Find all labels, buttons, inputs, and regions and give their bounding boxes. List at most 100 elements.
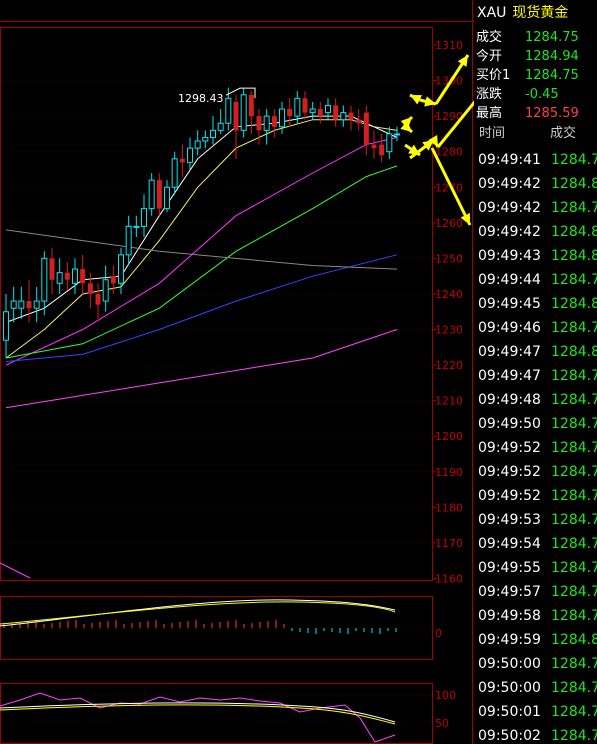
macd-zero-label: 0: [435, 627, 442, 640]
tick-price: 1284.7: [551, 512, 597, 528]
tick-time: 09:49:42: [478, 224, 541, 240]
tick-time: 09:49:43: [478, 248, 541, 264]
tick-time: 09:49:55: [478, 560, 541, 576]
tick-price: 1284.7: [551, 320, 597, 336]
trend-line-stub: [0, 562, 31, 579]
tick-time: 09:49:58: [478, 608, 541, 624]
tick-row: 09:50:02 1284.7: [474, 724, 597, 744]
candle-body: [110, 276, 116, 284]
tick-time: 09:49:53: [478, 512, 541, 528]
tick-row: 09:49:53 1284.7: [474, 508, 597, 532]
tick-row: 09:49:44 1284.7: [474, 268, 597, 292]
candle-body: [302, 98, 308, 113]
axis-tick-label: 1310: [435, 39, 463, 52]
candle-body: [233, 101, 239, 131]
kline-chart[interactable]: 1310130012901280127012601250124012301220…: [0, 0, 474, 744]
tick-row: 09:49:58 1284.7: [474, 604, 597, 628]
kdj-panel-frame: [0, 683, 433, 744]
candle-body: [309, 108, 316, 114]
moving-average-line: [5, 329, 398, 409]
candle-body: [287, 109, 293, 117]
moving-average-line: [5, 137, 398, 366]
tick-time: 09:49:47: [478, 368, 541, 384]
candle-body: [102, 279, 109, 302]
tick-row: 09:49:42 1284.7: [474, 196, 597, 220]
tick-time: 09:49:46: [478, 320, 541, 336]
tick-price: 1284.7: [551, 272, 597, 288]
price-panel-frame: [0, 27, 433, 581]
tick-row: 09:49:43 1284.8: [474, 244, 597, 268]
tick-price: 1284.8: [551, 176, 597, 192]
candle-body: [202, 136, 209, 142]
tick-time: 09:49:45: [478, 296, 541, 312]
axis-tick-label: 1180: [435, 501, 463, 514]
tick-row: 09:49:52 1284.7: [474, 460, 597, 484]
candle-body: [194, 140, 201, 149]
quote-value: 1284.94: [525, 49, 579, 64]
candle-body: [386, 133, 393, 153]
tick-row: 09:49:52 1284.7: [474, 484, 597, 508]
tick-time: 09:49:48: [478, 392, 541, 408]
quote-value: 1284.75: [525, 30, 579, 45]
tick-time: 09:49:52: [478, 464, 541, 480]
candle-body: [317, 109, 323, 117]
candle-body: [256, 116, 262, 131]
candle-body: [156, 180, 162, 209]
tick-price: 1284.7: [551, 536, 597, 552]
candle-body: [210, 129, 216, 138]
candle-body: [87, 283, 93, 294]
axis-tick-label: 1170: [435, 537, 463, 550]
quote-row: 涨跌 -0.45: [474, 85, 597, 105]
tick-price: 1284.7: [551, 200, 597, 216]
tick-price: 1284.8: [551, 248, 597, 264]
candle-body: [325, 104, 331, 114]
tick-time: 09:49:42: [478, 176, 541, 192]
candle-body: [80, 269, 86, 284]
tick-time: 09:50:01: [478, 704, 541, 720]
candle-body: [279, 108, 285, 128]
candle-body: [356, 119, 362, 124]
tick-price: 1284.7: [551, 584, 597, 600]
tick-row: 09:49:55 1284.7: [474, 556, 597, 580]
candle-body: [72, 268, 78, 284]
candle-body: [240, 94, 247, 131]
kdj-axis-label: 100: [435, 689, 456, 702]
candle-body: [171, 158, 178, 188]
candle-body: [294, 97, 301, 117]
candle-body: [33, 300, 40, 309]
tick-row: 09:49:54 1284.7: [474, 532, 597, 556]
kdj-d-line: [0, 704, 396, 725]
tick-time: 09:50:02: [478, 728, 541, 744]
quote-label: 今开: [476, 49, 503, 64]
tick-row: 09:49:57 1284.7: [474, 580, 597, 604]
tick-time: 09:49:54: [478, 536, 541, 552]
tick-row: 09:49:45 1284.8: [474, 292, 597, 316]
tick-price: 1284.7: [551, 440, 597, 456]
candle-body: [95, 293, 101, 305]
candle-body: [49, 258, 55, 280]
tick-time: 09:49:44: [478, 272, 541, 288]
quote-header: XAU 现货黄金: [474, 0, 597, 27]
axis-tick-label: 1160: [435, 573, 463, 586]
candle-body: [56, 272, 63, 284]
axis-tick-label: 1260: [435, 217, 463, 230]
tick-time: 09:49:50: [478, 416, 541, 432]
candle-body: [133, 225, 140, 228]
tick-price: 1284.7: [551, 728, 597, 744]
axis-tick-label: 1200: [435, 430, 463, 443]
candle-body: [18, 300, 25, 309]
candle-body: [141, 208, 147, 227]
tick-price: 1284.7: [551, 704, 597, 720]
candle-body: [371, 144, 377, 149]
tick-price: 1284.7: [551, 488, 597, 504]
tick-row: 09:49:59 1284.8: [474, 628, 597, 652]
axis-tick-label: 1250: [435, 252, 463, 265]
tick-price: 1284.7: [551, 608, 597, 624]
candle-body: [41, 257, 48, 302]
candle-body: [148, 179, 155, 210]
kdj-axis-label: 50: [435, 717, 449, 730]
tick-row: 09:50:01 1284.7: [474, 700, 597, 724]
tick-row: 09:49:46 1284.7: [474, 316, 597, 340]
tick-time: 09:49:52: [478, 440, 541, 456]
quote-row: 成交 1284.75: [474, 28, 597, 48]
